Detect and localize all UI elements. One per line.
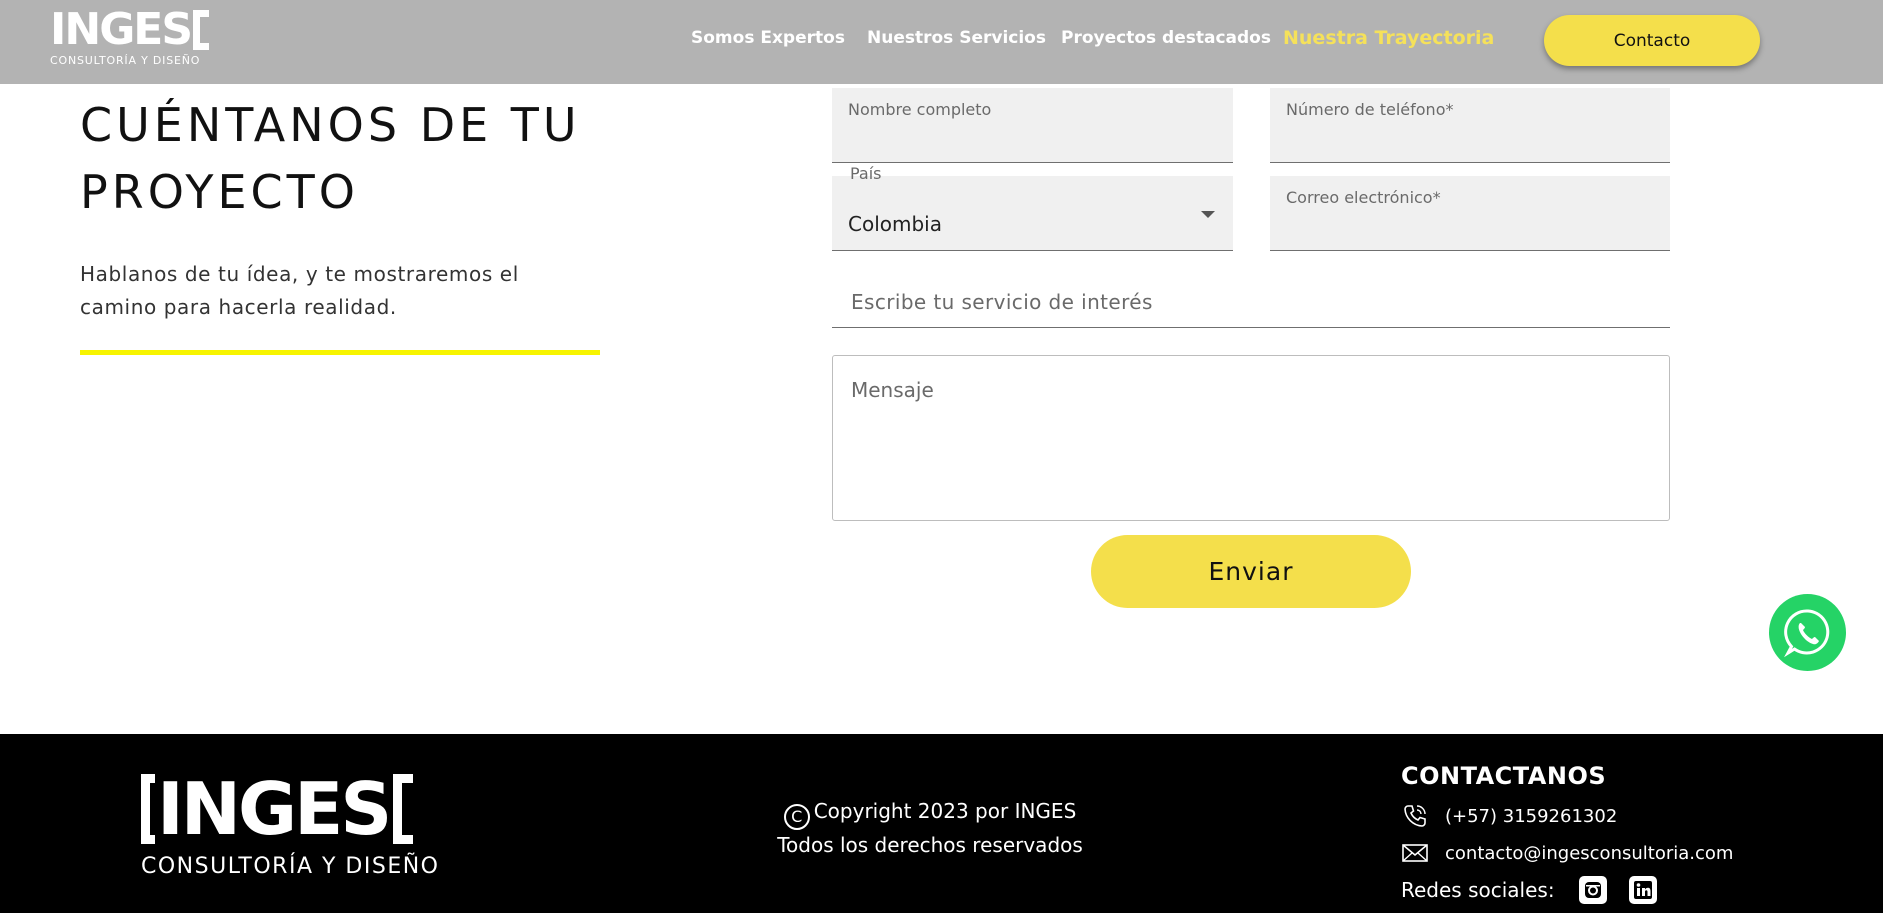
copyright-line1-row: C Copyright 2023 por INGES [740,796,1120,830]
footer-logo-subtitle: CONSULTORÍA Y DISEÑO [141,854,440,879]
linkedin-icon[interactable] [1628,876,1657,904]
logo-subtitle: CONSULTORÍA Y DISEÑO [50,54,201,67]
logo-text: INGES [50,4,193,55]
email-field[interactable]: Correo electrónico* [1270,176,1670,251]
mail-icon [1401,839,1429,867]
footer-logo[interactable]: INGES CONSULTORÍA Y DISEÑO [141,767,440,879]
footer-logo-mark: INGES [141,767,431,851]
nav-nuestra-trayectoria[interactable]: Nuestra Trayectoria [1283,27,1494,49]
instagram-icon[interactable] [1578,876,1607,904]
message-textarea[interactable]: Mensaje [832,355,1670,521]
phone-field[interactable]: Número de teléfono* [1270,88,1670,163]
service-input[interactable]: Escribe tu servicio de interés [832,274,1670,328]
logo-mark: INGES [50,4,216,55]
whatsapp-icon [1783,608,1829,657]
page-title: CUÉNTANOS DE TU PROYECTO [80,98,581,219]
contact-phone-row[interactable]: (+57) 3159261302 [1401,802,1617,830]
email-field-label: Correo electrónico* [1286,188,1441,207]
copyright: C Copyright 2023 por INGES Todos los dere… [740,796,1120,860]
message-textarea-placeholder: Mensaje [851,378,934,402]
logo-bracket [193,10,210,50]
site-footer: INGES CONSULTORÍA Y DISEÑO C Copyright 20… [0,734,1883,913]
contact-heading: CONTACTANOS [1401,762,1607,790]
contact-phone: (+57) 3159261302 [1445,805,1618,827]
contact-email: contacto@ingesconsultoria.com [1445,842,1734,864]
country-select-value: Colombia [848,212,942,236]
phone-icon [1401,802,1429,830]
contact-button[interactable]: Contacto [1544,15,1760,66]
footer-logo-bracket-right [393,774,414,844]
social-label: Redes sociales: [1401,878,1555,902]
footer-logo-bracket-left [141,774,155,844]
intro-text: Hablanos de tu ídea, y te mostraremos el… [80,262,519,319]
site-header: INGES CONSULTORÍA Y DISEÑO Somos Experto… [0,0,1883,84]
whatsapp-button[interactable] [1769,594,1846,671]
country-select[interactable]: País Colombia [832,164,1233,251]
header-logo[interactable]: INGES CONSULTORÍA Y DISEÑO [50,4,216,72]
yellow-divider [80,350,600,355]
copyright-line2: Todos los derechos reservados [777,833,1083,857]
nav-nuestros-servicios[interactable]: Nuestros Servicios [867,28,1046,48]
copyright-icon: C [783,804,810,830]
country-select-label: País [850,164,882,183]
footer-logo-text: INGES [157,767,392,851]
submit-button[interactable]: Enviar [1091,535,1411,608]
nav-somos-expertos[interactable]: Somos Expertos [691,28,845,48]
chevron-down-icon[interactable] [1201,211,1215,218]
contact-email-row[interactable]: contacto@ingesconsultoria.com [1401,839,1733,867]
phone-field-label: Número de teléfono* [1286,100,1454,119]
social-row: Redes sociales: [1401,876,1657,904]
copyright-line1: Copyright 2023 por INGES [813,799,1077,823]
name-field[interactable]: Nombre completo [832,88,1233,163]
nav-proyectos-destacados[interactable]: Proyectos destacados [1061,28,1271,48]
name-field-label: Nombre completo [848,100,992,119]
service-input-placeholder: Escribe tu servicio de interés [851,290,1153,314]
